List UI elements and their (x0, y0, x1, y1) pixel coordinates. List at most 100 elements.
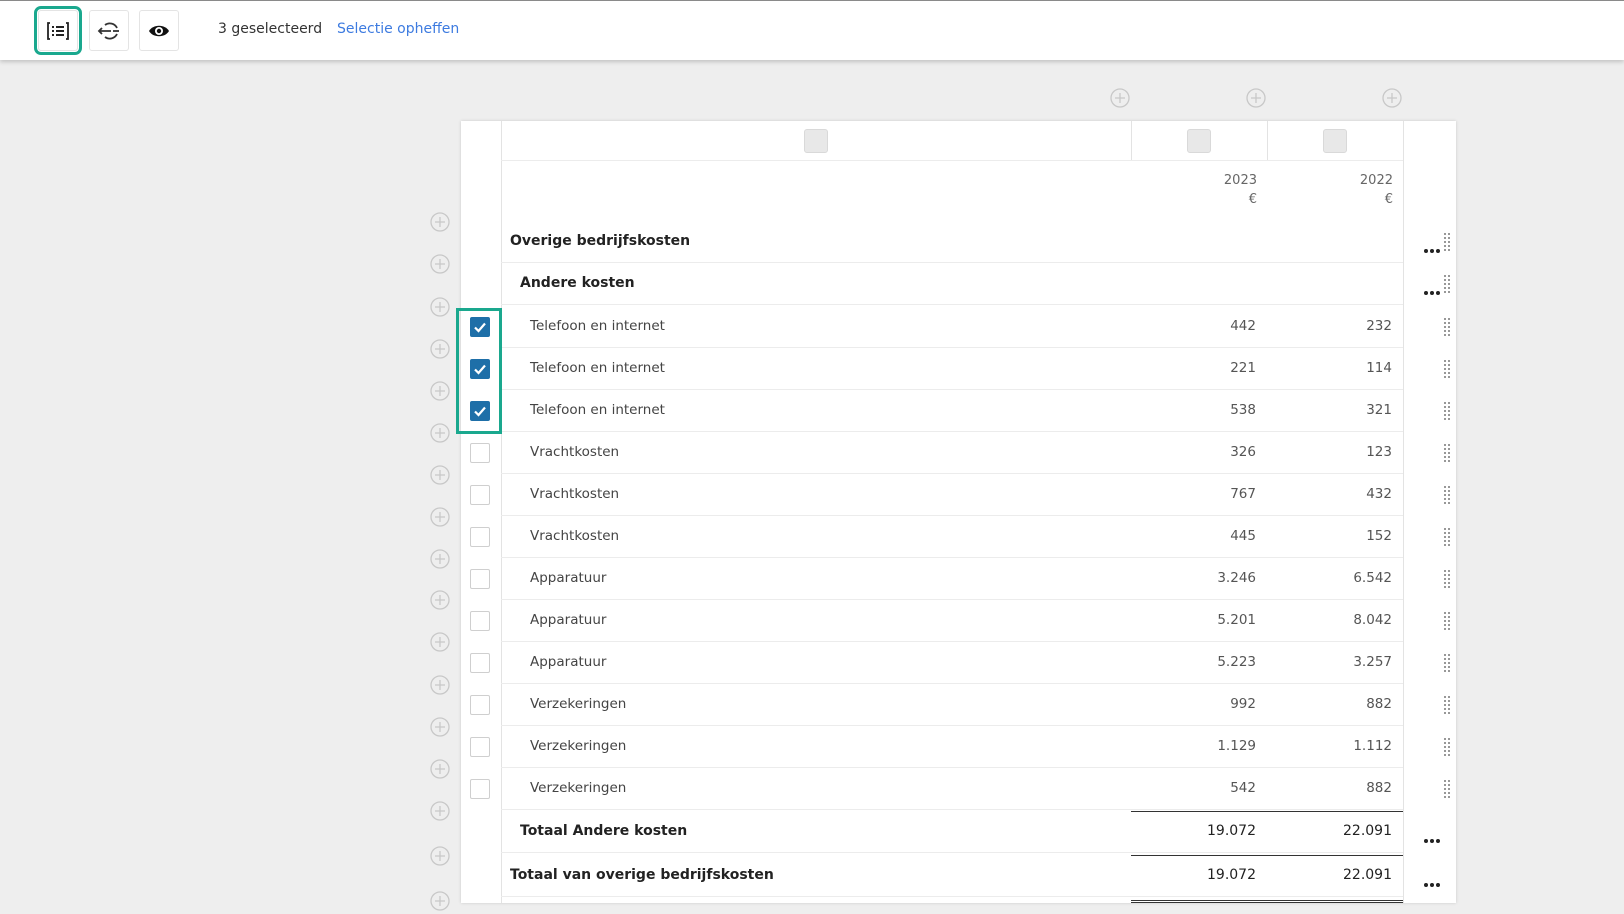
add-row-icon[interactable] (430, 590, 450, 610)
add-row-icon[interactable] (430, 297, 450, 317)
add-row-icon[interactable] (430, 891, 450, 911)
row-checkbox[interactable] (470, 695, 490, 715)
row-checkbox[interactable] (470, 737, 490, 757)
row-checkbox[interactable] (470, 653, 490, 673)
row-label: Apparatuur (530, 612, 607, 628)
table-row[interactable]: Vrachtkosten 326 123 (461, 432, 1456, 474)
table-row[interactable]: Apparatuur 5.201 8.042 (461, 600, 1456, 642)
row-label: Telefoon en internet (530, 360, 665, 376)
add-row-icon[interactable] (430, 423, 450, 443)
drag-handle-icon[interactable] (1442, 653, 1452, 673)
row-label: Vrachtkosten (530, 444, 620, 460)
value-2022: 882 (1366, 780, 1392, 796)
drag-handle-icon[interactable] (1442, 317, 1452, 337)
add-row-icon[interactable] (430, 254, 450, 274)
row-checkbox[interactable] (470, 569, 490, 589)
total-row[interactable]: Totaal Andere kosten 19.072 22.091 (461, 811, 1456, 853)
value-2023: 5.201 (1217, 612, 1256, 628)
value-2022: 882 (1366, 696, 1392, 712)
value-2023: 19.072 (1207, 823, 1256, 839)
table-row[interactable]: Verzekeringen 992 882 (461, 684, 1456, 726)
add-row-icon[interactable] (430, 381, 450, 401)
drag-handle-icon[interactable] (1442, 359, 1452, 379)
total-row[interactable]: Totaal van overige bedrijfskosten 19.072 2… (461, 855, 1456, 897)
add-row-icon[interactable] (430, 339, 450, 359)
row-label: Verzekeringen (530, 696, 627, 712)
value-2022: 321 (1366, 402, 1392, 418)
add-row-icon[interactable] (430, 632, 450, 652)
add-column-icon[interactable] (1246, 88, 1266, 108)
column-year: 2023 (1223, 173, 1257, 188)
table-row[interactable]: Telefoon en internet 538 321 (461, 390, 1456, 432)
add-column-icon[interactable] (1382, 88, 1402, 108)
more-options-icon[interactable] (1422, 873, 1442, 887)
table-row[interactable]: Telefoon en internet 442 232 (461, 306, 1456, 348)
table-row[interactable]: Verzekeringen 1.129 1.112 (461, 726, 1456, 768)
add-row-icon[interactable] (430, 801, 450, 821)
add-row-icon[interactable] (430, 465, 450, 485)
row-label: Totaal Andere kosten (520, 823, 688, 839)
table-row[interactable]: Verzekeringen 542 882 (461, 768, 1456, 810)
drag-handle-icon[interactable] (1442, 401, 1452, 421)
drag-handle-icon[interactable] (1442, 485, 1452, 505)
drag-handle-icon[interactable] (1442, 779, 1452, 799)
heading-row[interactable]: Overige bedrijfskosten (461, 221, 1456, 263)
list-select-button[interactable] (34, 6, 82, 55)
value-2023: 538 (1230, 402, 1256, 418)
add-row-icon[interactable] (430, 212, 450, 232)
drag-handle-icon[interactable] (1442, 611, 1452, 631)
value-2023: 445 (1230, 528, 1256, 544)
row-checkbox[interactable] (470, 527, 490, 547)
value-2022: 8.042 (1353, 612, 1392, 628)
add-row-icon[interactable] (430, 507, 450, 527)
add-row-icon[interactable] (430, 549, 450, 569)
row-label: Apparatuur (530, 570, 607, 586)
preview-button[interactable] (139, 10, 179, 51)
value-2022: 22.091 (1343, 867, 1392, 883)
total-rule (1131, 811, 1403, 812)
table-row[interactable]: Telefoon en internet 221 114 (461, 348, 1456, 390)
selection-highlight (456, 308, 502, 434)
row-label: Vrachtkosten (530, 528, 620, 544)
row-label: Telefoon en internet (530, 318, 665, 334)
add-row-icon[interactable] (430, 675, 450, 695)
add-row-icon[interactable] (430, 759, 450, 779)
value-2023: 992 (1230, 696, 1256, 712)
add-column-icon[interactable] (1110, 88, 1130, 108)
column-handle[interactable] (804, 129, 828, 153)
value-2022: 123 (1366, 444, 1392, 460)
total-rule (1131, 902, 1403, 903)
drag-handle-icon[interactable] (1442, 737, 1452, 757)
row-checkbox[interactable] (470, 443, 490, 463)
drag-handle-icon[interactable] (1442, 527, 1452, 547)
row-checkbox[interactable] (470, 611, 490, 631)
drag-handle-icon[interactable] (1442, 232, 1452, 252)
value-2023: 1.129 (1217, 738, 1256, 754)
drag-handle-icon[interactable] (1442, 274, 1452, 294)
drag-handle-icon[interactable] (1442, 695, 1452, 715)
heading-row[interactable]: Andere kosten (461, 263, 1456, 305)
more-options-icon[interactable] (1422, 281, 1442, 295)
add-row-icon[interactable] (430, 846, 450, 866)
value-2023: 442 (1230, 318, 1256, 334)
drag-handle-icon[interactable] (1442, 443, 1452, 463)
table-row[interactable]: Apparatuur 3.246 6.542 (461, 558, 1456, 600)
add-row-icon[interactable] (430, 717, 450, 737)
drag-handle-icon[interactable] (1442, 569, 1452, 589)
column-handle[interactable] (1187, 129, 1211, 153)
row-label: Overige bedrijfskosten (510, 233, 691, 249)
more-options-icon[interactable] (1422, 829, 1442, 843)
table-row[interactable]: Vrachtkosten 445 152 (461, 516, 1456, 558)
more-options-icon[interactable] (1422, 239, 1442, 253)
clear-selection-link[interactable]: Selectie opheffen (337, 21, 459, 37)
value-2022: 232 (1366, 318, 1392, 334)
eye-icon (149, 25, 169, 36)
table-row[interactable]: Vrachtkosten 767 432 (461, 474, 1456, 516)
row-checkbox[interactable] (470, 779, 490, 799)
value-2023: 221 (1230, 360, 1256, 376)
toggle-mode-icon (97, 22, 119, 39)
toggle-mode-button[interactable] (89, 10, 129, 51)
row-checkbox[interactable] (470, 485, 490, 505)
column-handle[interactable] (1323, 129, 1347, 153)
table-row[interactable]: Apparatuur 5.223 3.257 (461, 642, 1456, 684)
